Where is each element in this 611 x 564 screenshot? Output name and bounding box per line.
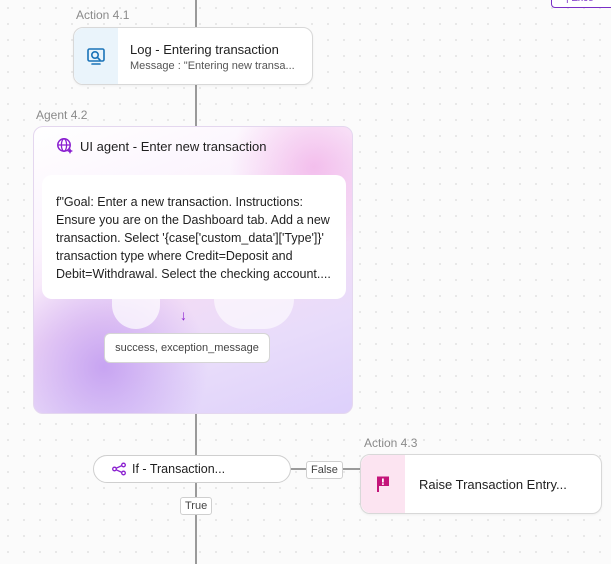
step-label-action-4-3: Action 4.3 — [364, 436, 418, 450]
raise-icon-box — [361, 455, 405, 513]
ui-agent-card[interactable]: UI agent - Enter new transaction f"Goal:… — [33, 126, 353, 414]
step-label-agent-4-2: Agent 4.2 — [36, 108, 88, 122]
ui-agent-globe-icon — [57, 138, 73, 154]
main-flow-connector-1 — [195, 83, 197, 126]
log-action-card[interactable]: Log - Entering transaction Message : "En… — [73, 27, 313, 85]
false-branch-label: False — [306, 461, 343, 479]
if-condition-title: If - Transaction... — [132, 462, 226, 476]
log-action-subtitle: Message : "Entering new transa... — [130, 60, 295, 72]
log-magnifier-icon — [87, 48, 105, 65]
agent-outputs-pill[interactable]: success, exception_message — [104, 333, 270, 363]
flag-icon — [377, 476, 389, 492]
branch-icon — [112, 462, 126, 476]
log-icon-box — [74, 28, 118, 84]
if-condition-node[interactable]: If - Transaction... — [93, 455, 291, 483]
main-flow-connector-top — [195, 0, 197, 27]
log-action-title: Log - Entering transaction — [130, 42, 279, 57]
true-branch-label: True — [180, 497, 213, 515]
main-flow-connector-2 — [195, 412, 197, 455]
raise-exception-card[interactable]: Raise Transaction Entry... — [360, 454, 602, 514]
agent-prompt-text: f"Goal: Enter a new transaction. Instruc… — [56, 195, 331, 281]
agent-card-decor-right — [214, 299, 294, 329]
agent-card-header: UI agent - Enter new transaction — [56, 137, 266, 155]
step-label-action-4-1: Action 4.1 — [76, 8, 130, 22]
down-arrow-icon: ↓ — [180, 307, 187, 323]
raise-action-title: Raise Transaction Entry... — [419, 477, 567, 492]
top-chip[interactable]: | Exce — [551, 0, 611, 8]
main-flow-connector-3 — [195, 483, 197, 564]
agent-card-title: UI agent - Enter new transaction — [80, 138, 267, 154]
agent-prompt-box[interactable]: f"Goal: Enter a new transaction. Instruc… — [42, 175, 346, 299]
